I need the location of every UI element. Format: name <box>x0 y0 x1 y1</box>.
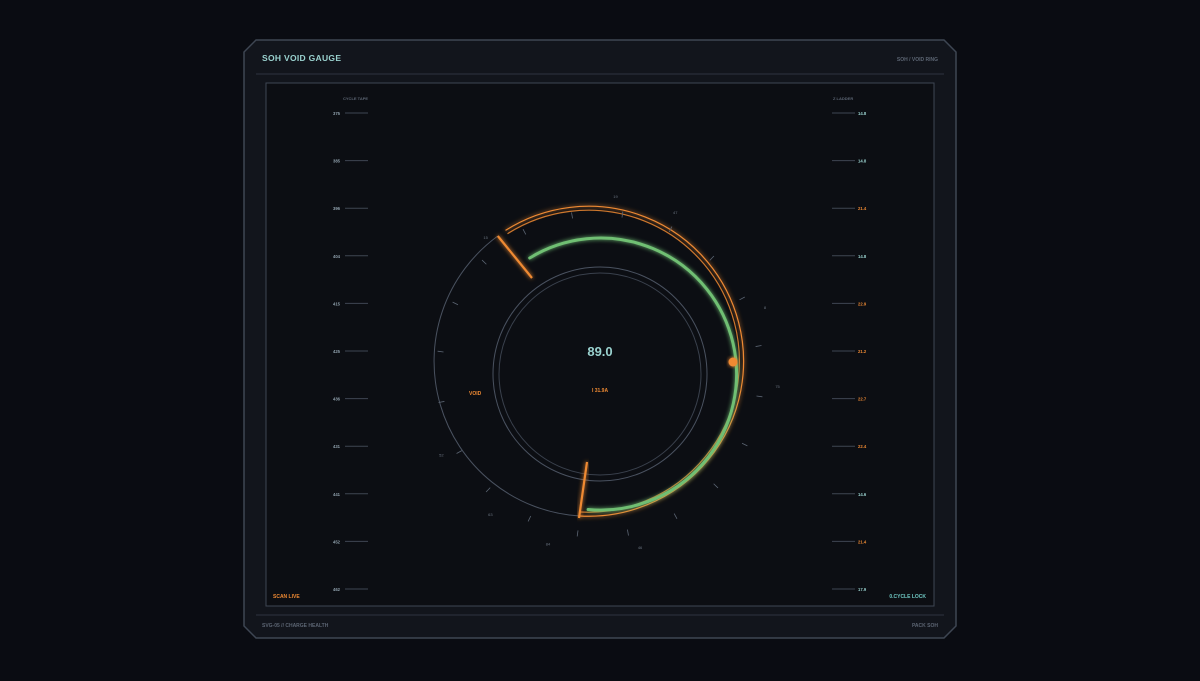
tape-tick-label: 436 <box>333 397 341 402</box>
tape-tick-label: 441 <box>333 492 341 497</box>
ladder-tick-label: 21.4 <box>858 539 867 544</box>
ladder-tick-label: 14.8 <box>858 159 867 164</box>
footer-label: SVG-05 // CHARGE HEALTH <box>262 623 329 629</box>
void-label: VOID <box>469 391 482 397</box>
ring-label: 84 <box>546 542 551 547</box>
z-ladder-label: Z LADDER <box>833 96 853 101</box>
tape-tick-label: 431 <box>333 444 341 449</box>
tape-tick-label: 396 <box>333 206 341 211</box>
ring-label: 46 <box>638 545 643 550</box>
footer-pack-label: PACK SOH <box>912 623 938 629</box>
cycle-tape-label: CYCLE TAPE <box>343 96 368 101</box>
breadcrumb[interactable]: SOH / VOID RING <box>897 57 938 63</box>
ladder-tick-label: 21.2 <box>858 349 867 354</box>
ring-label: 63 <box>488 512 493 517</box>
cycle-lock-status: 0.CYCLE LOCK <box>889 594 926 600</box>
tape-tick-label: 452 <box>333 539 341 544</box>
tape-tick-label: 462 <box>333 587 341 592</box>
ladder-tick-label: 22.9 <box>858 301 867 306</box>
tape-tick-label: 404 <box>333 254 341 259</box>
ring-label: 19 <box>613 194 618 199</box>
stage: SOH VOID GAUGE SOH / VOID RING SVG-05 //… <box>0 0 1200 676</box>
position-marker[interactable] <box>728 357 738 367</box>
ladder-tick-label: 14.8 <box>858 254 867 259</box>
ring-label: 47 <box>673 210 678 215</box>
ring-label: 75 <box>775 384 780 389</box>
tape-tick-label: 425 <box>333 349 341 354</box>
ladder-tick-label: 14.6 <box>858 492 867 497</box>
ladder-tick-label: 22.4 <box>858 444 867 449</box>
soh-value: 89.0 <box>587 344 612 359</box>
soh-void-gauge-panel: SOH VOID GAUGE SOH / VOID RING SVG-05 //… <box>243 39 957 639</box>
tape-tick-label: 385 <box>333 159 341 164</box>
ring-label: 52 <box>439 452 444 457</box>
ladder-tick-label: 17.9 <box>858 587 867 592</box>
scan-live-status: SCAN LIVE <box>273 594 300 600</box>
ring-label: 15 <box>483 235 488 240</box>
tape-tick-label: 375 <box>333 111 341 116</box>
ladder-tick-label: 21.4 <box>858 206 867 211</box>
ladder-tick-label: 14.8 <box>858 111 867 116</box>
tape-tick-label: 415 <box>333 301 341 306</box>
panel-title: SOH VOID GAUGE <box>262 53 341 63</box>
ladder-tick-label: 22.7 <box>858 397 867 402</box>
current-readout: I 31.9A <box>592 388 609 394</box>
